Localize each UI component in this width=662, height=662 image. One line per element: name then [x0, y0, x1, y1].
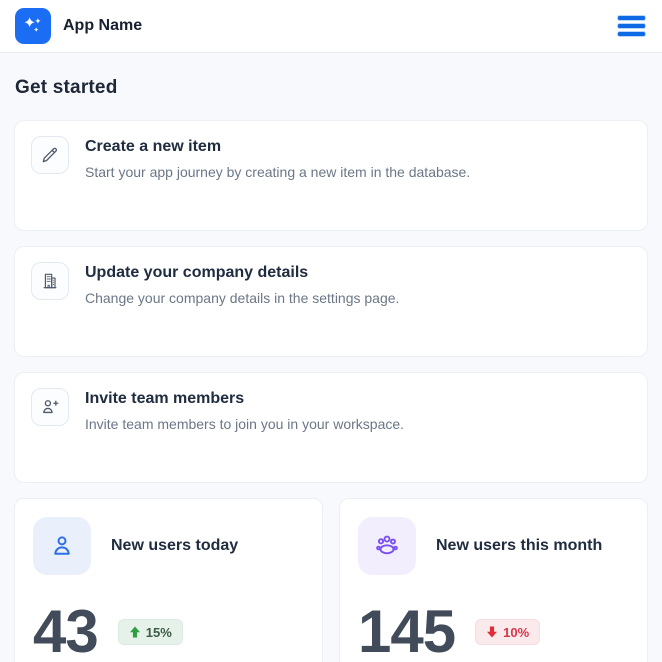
users-group-icon: [358, 517, 416, 575]
arrow-down-icon: [486, 626, 498, 638]
stat-label: New users today: [111, 537, 238, 555]
app-header: App Name: [0, 0, 662, 53]
card-description: Invite team members to join you in your …: [85, 416, 404, 432]
building-icon: [31, 262, 69, 300]
stat-value: 145: [358, 602, 455, 662]
card-invite-members[interactable]: Invite team members Invite team members …: [14, 372, 648, 483]
trend-badge-down: 10%: [475, 619, 540, 645]
stat-label: New users this month: [436, 537, 602, 555]
card-title: Update your company details: [85, 264, 399, 282]
menu-button[interactable]: [616, 12, 647, 40]
stat-card-new-users-month[interactable]: New users this month 145 10%: [339, 498, 648, 662]
trend-badge-up: 15%: [118, 619, 183, 645]
pencil-icon: [31, 136, 69, 174]
card-description: Start your app journey by creating a new…: [85, 164, 470, 180]
hamburger-icon: [618, 16, 645, 20]
user-icon: [33, 517, 91, 575]
page-title: Get started: [15, 77, 648, 99]
person-add-icon: [31, 388, 69, 426]
trend-value: 15%: [146, 625, 172, 640]
card-create-item[interactable]: Create a new item Start your app journey…: [14, 120, 648, 231]
app-logo[interactable]: [15, 8, 51, 44]
card-description: Change your company details in the setti…: [85, 290, 399, 306]
card-title: Create a new item: [85, 138, 470, 156]
card-title: Invite team members: [85, 390, 404, 408]
sparkles-icon: [21, 14, 45, 38]
main-content: Get started Create a new item Start your…: [0, 53, 662, 662]
arrow-up-icon: [129, 626, 141, 638]
card-company-details[interactable]: Update your company details Change your …: [14, 246, 648, 357]
app-name: App Name: [63, 17, 142, 35]
stat-value: 43: [33, 602, 98, 662]
stat-card-new-users-today[interactable]: New users today 43 15%: [14, 498, 323, 662]
stats-row: New users today 43 15%: [14, 498, 648, 662]
trend-value: 10%: [503, 625, 529, 640]
